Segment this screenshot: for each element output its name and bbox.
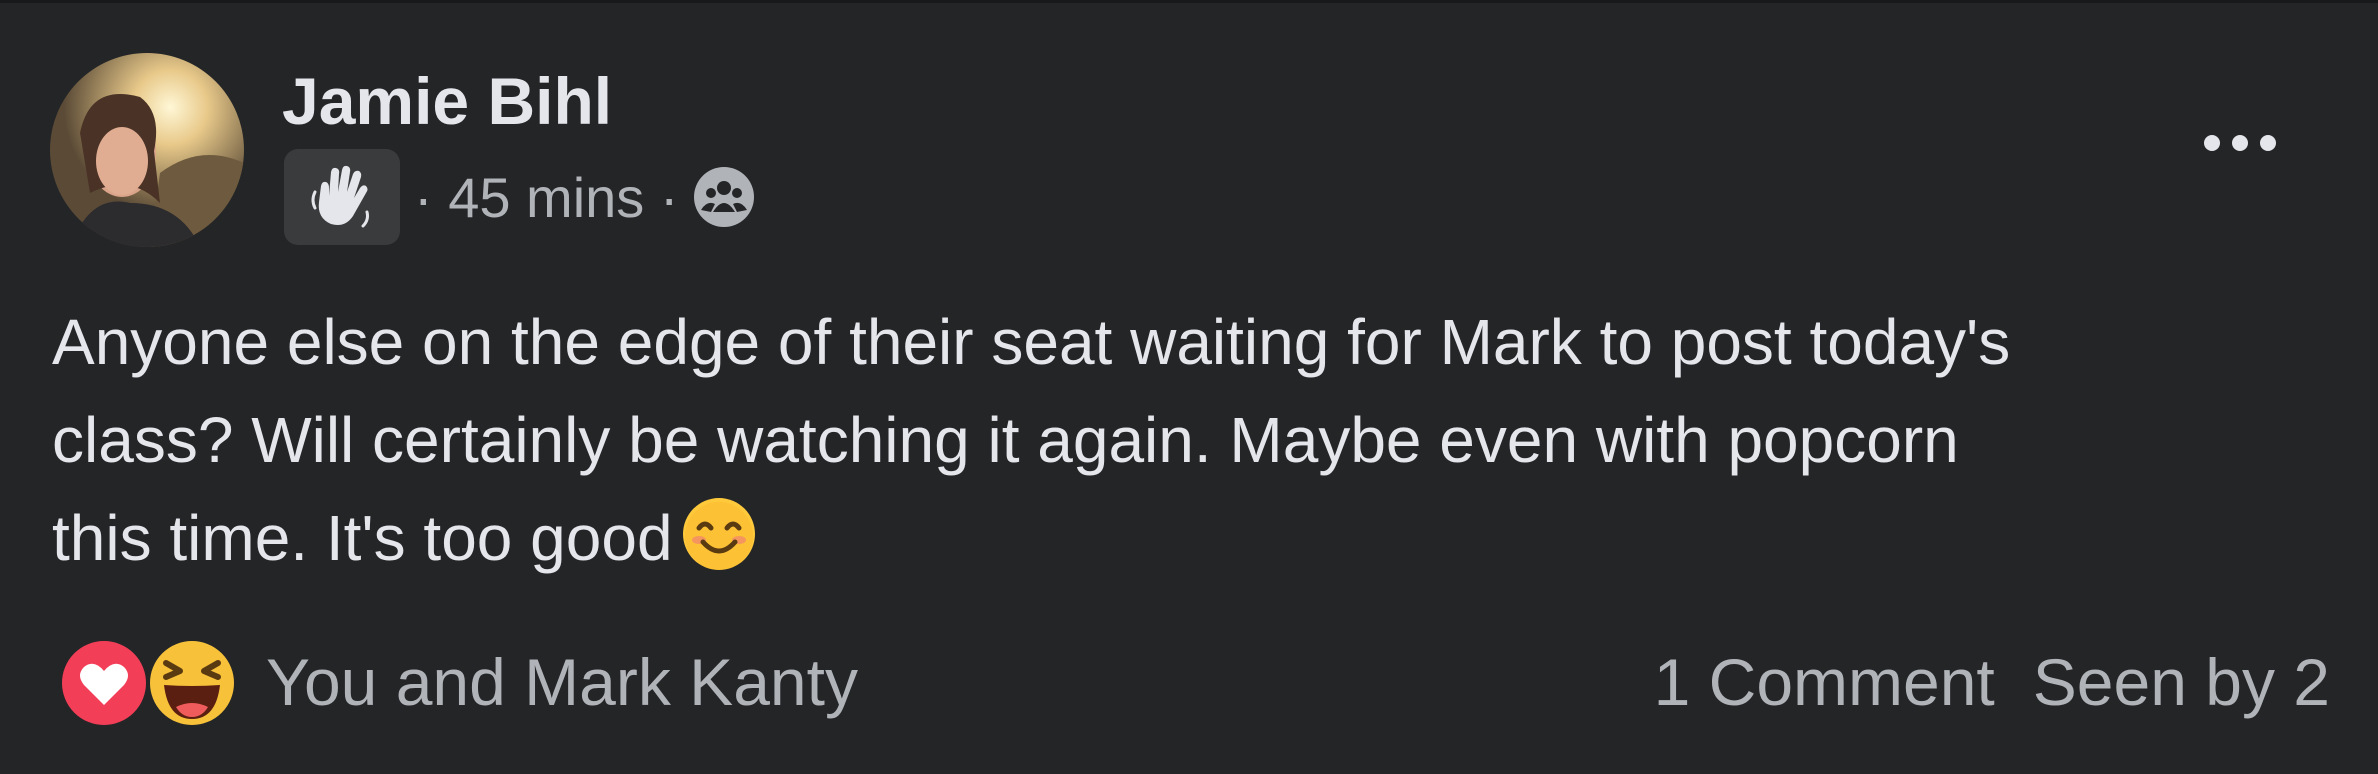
post-stats: 1 Comment Seen by 2	[1654, 633, 2330, 731]
post-timestamp[interactable]: · 45 mins ·	[414, 165, 679, 230]
love-icon[interactable]	[58, 637, 150, 734]
post-content: Anyone else on the edge of their seat wa…	[52, 293, 2342, 599]
author-name[interactable]: Jamie Bihl	[282, 61, 612, 141]
smiling-face-icon	[681, 496, 757, 599]
group-icon[interactable]	[693, 166, 755, 228]
reactions-summary[interactable]: You and Mark Kanty	[58, 633, 858, 731]
reaction-names[interactable]: You and Mark Kanty	[266, 644, 858, 720]
more-options-icon[interactable]	[2190, 118, 2290, 168]
seen-by-count[interactable]: Seen by 2	[2033, 644, 2330, 720]
post-text-line: Anyone else on the edge of their seat wa…	[52, 306, 2011, 378]
post-text-line: this time. It's too good	[52, 489, 2342, 599]
post-text-line: class? Will certainly be watching it aga…	[52, 404, 1959, 476]
reaction-icons[interactable]	[58, 633, 242, 731]
post-meta: · 45 mins ·	[284, 149, 755, 245]
haha-icon[interactable]	[146, 637, 238, 734]
comment-count[interactable]: 1 Comment	[1654, 644, 1995, 720]
author-avatar[interactable]	[50, 53, 244, 247]
post-card: Jamie Bihl · 45 mins · Anyone else on th…	[0, 0, 2378, 774]
wave-hand-icon[interactable]	[284, 149, 400, 245]
